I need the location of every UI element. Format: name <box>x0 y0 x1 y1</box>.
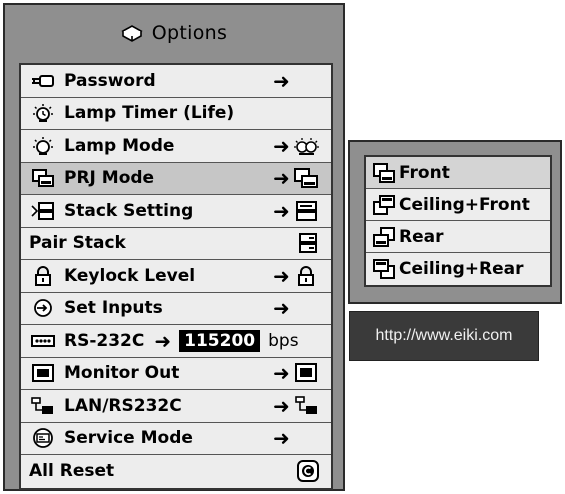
menu-item-all-reset[interactable]: All Reset <box>21 455 331 488</box>
ceiling-rear-projection-icon <box>372 258 396 280</box>
lock-icon <box>31 265 55 286</box>
submenu-arrow-icon: ➜ <box>273 361 290 386</box>
menu-item-label: Service Mode <box>64 428 193 449</box>
submenu-arrow-icon: ➜ <box>273 263 290 288</box>
menu-item-rs232c[interactable]: RS-232C ➜ 115200 bps <box>21 325 331 358</box>
options-title: Options <box>5 5 343 61</box>
rs232c-port-icon <box>31 331 55 351</box>
menu-item-label: RS-232C <box>64 330 145 351</box>
menu-item-keylock-level[interactable]: Keylock Level ➜ <box>21 260 331 293</box>
prj-option-ceiling-rear[interactable]: Ceiling+Rear <box>366 253 550 285</box>
menu-item-label: Lamp Timer (Life) <box>64 103 235 124</box>
menu-item-pair-stack[interactable]: Pair Stack <box>21 227 331 260</box>
menu-item-label: Set Inputs <box>64 298 163 319</box>
menu-item-label: Pair Stack <box>29 233 126 254</box>
menu-item-set-inputs[interactable]: Set Inputs ➜ <box>21 292 331 325</box>
prj-option-ceiling-front[interactable]: Ceiling+Front <box>366 189 550 221</box>
submenu-arrow-icon: ➜ <box>273 166 290 191</box>
prj-mode-submenu: Front Ceiling+Front Rear Ceiling+Rear <box>348 140 562 304</box>
menu-item-label: Lamp Mode <box>64 135 175 156</box>
stack-icon <box>31 201 55 221</box>
prj-option-label: Front <box>399 162 450 183</box>
menu-item-label: Password <box>64 70 156 91</box>
stack-value-icon <box>293 200 319 222</box>
baud-rate-value[interactable]: 115200 <box>179 329 261 352</box>
lamp-icon <box>31 136 55 156</box>
menu-item-label: Monitor Out <box>64 363 180 384</box>
menu-item-label: PRJ Mode <box>64 168 155 189</box>
submenu-arrow-icon: ➜ <box>273 426 290 451</box>
prj-option-label: Ceiling+Front <box>399 194 530 215</box>
website-url[interactable]: http://www.eiki.com <box>349 311 539 361</box>
prj-option-label: Ceiling+Rear <box>399 259 524 279</box>
service-icon <box>31 428 55 449</box>
rear-projection-icon <box>372 226 396 248</box>
prj-option-front[interactable]: Front <box>366 157 550 189</box>
lamp-timer-icon <box>31 103 55 123</box>
network-icon <box>31 396 55 416</box>
prj-mode-icon <box>31 168 55 188</box>
reset-icon <box>297 460 319 483</box>
input-icon <box>31 298 55 318</box>
ceiling-front-projection-icon <box>372 194 396 216</box>
keylock-value-icon <box>293 265 319 287</box>
submenu-arrow-icon: ➜ <box>273 133 290 158</box>
menu-item-label: LAN/RS232C <box>64 395 182 416</box>
monitor-icon <box>31 363 55 383</box>
submenu-arrow-icon: ➜ <box>273 68 290 93</box>
lamp-mode-value-icon <box>293 135 319 157</box>
menu-item-label: Keylock Level <box>64 265 196 286</box>
baud-rate-unit: bps <box>268 330 299 351</box>
options-box-icon <box>121 24 143 42</box>
options-title-label: Options <box>151 22 228 44</box>
prj-option-label: Rear <box>399 226 444 247</box>
pair-stack-icon <box>297 232 319 254</box>
lan-value-icon <box>293 395 319 417</box>
submenu-arrow-icon: ➜ <box>273 393 290 418</box>
menu-item-password[interactable]: Password ➜ <box>21 65 331 98</box>
menu-item-label: All Reset <box>29 461 115 482</box>
menu-item-lamp-mode[interactable]: Lamp Mode ➜ <box>21 130 331 163</box>
menu-item-label: Stack Setting <box>64 200 194 221</box>
submenu-arrow-icon: ➜ <box>273 296 290 321</box>
options-panel: Options Password ➜ Lamp Timer (Life) Lam… <box>3 3 345 491</box>
monitor-out-value-icon <box>293 362 319 384</box>
prj-mode-value-icon <box>293 167 319 189</box>
menu-item-service-mode[interactable]: Service Mode ➜ <box>21 422 331 455</box>
submenu-arrow-icon: ➜ <box>273 198 290 223</box>
prj-option-rear[interactable]: Rear <box>366 221 550 253</box>
front-projection-icon <box>372 162 396 184</box>
menu-item-lamp-timer[interactable]: Lamp Timer (Life) <box>21 97 331 130</box>
menu-item-stack-setting[interactable]: Stack Setting ➜ <box>21 195 331 228</box>
menu-item-monitor-out[interactable]: Monitor Out ➜ <box>21 357 331 390</box>
prj-mode-options: Front Ceiling+Front Rear Ceiling+Rear <box>364 155 552 287</box>
submenu-arrow-icon: ➜ <box>154 328 172 353</box>
menu-item-lan-rs232c[interactable]: LAN/RS232C ➜ <box>21 390 331 423</box>
options-menu: Password ➜ Lamp Timer (Life) Lamp Mode ➜… <box>19 63 333 490</box>
menu-item-prj-mode[interactable]: PRJ Mode ➜ <box>21 162 331 195</box>
key-icon <box>31 71 55 91</box>
